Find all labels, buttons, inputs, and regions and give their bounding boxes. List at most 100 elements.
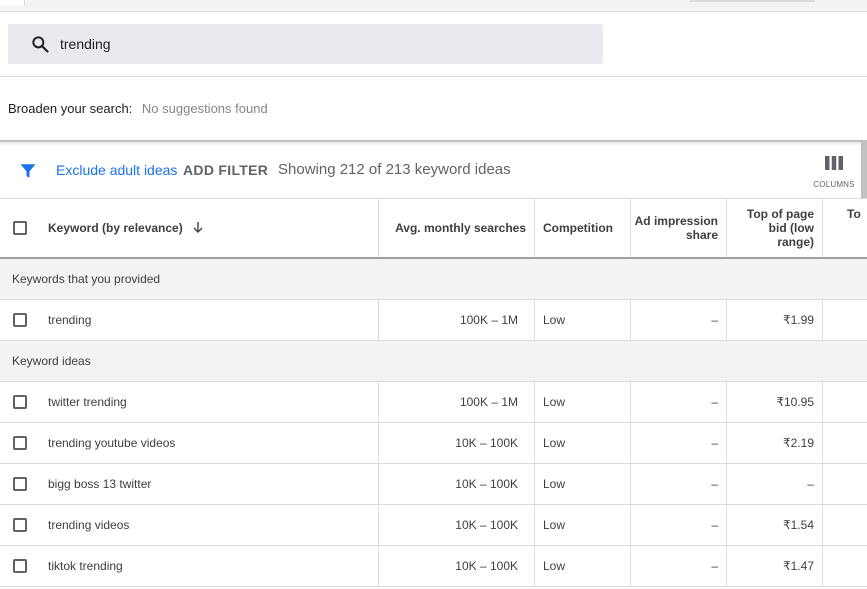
tab-fragment bbox=[0, 0, 25, 6]
select-all-checkbox[interactable] bbox=[13, 221, 27, 235]
column-divider bbox=[822, 423, 823, 463]
row-checkbox[interactable] bbox=[13, 436, 27, 450]
col-avg-searches-header[interactable]: Avg. monthly searches bbox=[380, 221, 526, 235]
competition-cell: Low bbox=[543, 518, 566, 532]
bid-low-cell: – bbox=[807, 477, 814, 491]
col-ad-impression-line1: Ad impression bbox=[634, 214, 718, 228]
row-checkbox[interactable] bbox=[13, 518, 27, 532]
columns-label: COLUMNS bbox=[813, 180, 855, 189]
searches-cell: 10K – 100K bbox=[455, 559, 518, 573]
keyword-cell: trending youtube videos bbox=[48, 436, 176, 450]
column-divider bbox=[378, 464, 379, 504]
columns-button[interactable]: COLUMNS bbox=[812, 154, 856, 190]
competition-cell: Low bbox=[543, 436, 566, 450]
table-row[interactable]: bigg boss 13 twitter 10K – 100K Low – – bbox=[0, 464, 867, 505]
column-divider bbox=[726, 505, 727, 545]
keyword-cell: trending bbox=[48, 313, 92, 327]
competition-cell: Low bbox=[543, 559, 566, 573]
column-divider bbox=[630, 423, 631, 463]
column-divider bbox=[378, 382, 379, 422]
competition-cell: Low bbox=[543, 313, 566, 327]
col-keyword-header[interactable]: Keyword (by relevance) bbox=[48, 221, 204, 235]
search-icon bbox=[32, 36, 49, 53]
col-ad-impression-line2: share bbox=[685, 228, 718, 242]
column-divider bbox=[534, 464, 535, 504]
group-header: Keyword ideas bbox=[0, 341, 867, 382]
row-checkbox[interactable] bbox=[13, 395, 27, 409]
broaden-value: No suggestions found bbox=[141, 101, 268, 116]
column-divider bbox=[822, 546, 823, 586]
col-top-bid-high-header[interactable]: To bbox=[847, 207, 861, 221]
searches-cell: 100K – 1M bbox=[459, 395, 518, 409]
bid-low-cell: ₹1.99 bbox=[783, 313, 814, 327]
top-toolbar-strip bbox=[0, 0, 867, 12]
broaden-label: Broaden your search: bbox=[8, 101, 133, 116]
column-divider bbox=[630, 505, 631, 545]
group-header: Keywords that you provided bbox=[0, 259, 867, 300]
column-divider bbox=[726, 423, 727, 463]
bid-low-cell: ₹2.19 bbox=[783, 436, 814, 450]
searches-cell: 10K – 100K bbox=[455, 436, 518, 450]
table-row[interactable]: twitter trending 100K – 1M Low – ₹10.95 bbox=[0, 382, 867, 423]
impression-cell: – bbox=[711, 518, 718, 532]
col-top-bid-low-line1: Top of page bbox=[746, 207, 814, 221]
divider bbox=[0, 76, 867, 77]
row-checkbox[interactable] bbox=[13, 477, 27, 491]
column-divider bbox=[378, 300, 379, 340]
columns-icon bbox=[825, 156, 843, 170]
column-divider bbox=[378, 505, 379, 545]
column-divider bbox=[630, 546, 631, 586]
col-keyword-label: Keyword (by relevance) bbox=[48, 221, 183, 235]
table-row[interactable]: tiktok trending 10K – 100K Low – ₹1.47 bbox=[0, 546, 867, 587]
column-divider bbox=[630, 199, 631, 257]
col-ad-impression-header[interactable]: Ad impression share bbox=[632, 214, 718, 242]
column-divider bbox=[822, 300, 823, 340]
column-divider bbox=[378, 199, 379, 257]
row-checkbox[interactable] bbox=[13, 559, 27, 573]
search-input[interactable]: trending bbox=[60, 36, 111, 52]
impression-cell: – bbox=[711, 477, 718, 491]
col-competition-header[interactable]: Competition bbox=[543, 221, 613, 235]
column-divider bbox=[534, 300, 535, 340]
column-divider bbox=[534, 423, 535, 463]
filter-bar: Exclude adult ideas ADD FILTER Showing 2… bbox=[0, 146, 867, 198]
column-divider bbox=[534, 199, 535, 257]
column-divider bbox=[726, 199, 727, 257]
impression-cell: – bbox=[711, 395, 718, 409]
table-row[interactable]: trending 100K – 1M Low – ₹1.99 bbox=[0, 300, 867, 341]
col-top-bid-low-header[interactable]: Top of page bid (low range) bbox=[728, 207, 814, 249]
column-divider bbox=[726, 464, 727, 504]
add-filter-button[interactable]: ADD FILTER bbox=[183, 162, 268, 178]
keyword-cell: twitter trending bbox=[48, 395, 127, 409]
bid-low-cell: ₹10.95 bbox=[776, 395, 814, 409]
column-divider bbox=[534, 382, 535, 422]
toolbar-control-fragment bbox=[690, 0, 815, 2]
filter-icon[interactable] bbox=[19, 162, 37, 180]
column-divider bbox=[726, 382, 727, 422]
searches-cell: 10K – 100K bbox=[455, 477, 518, 491]
impression-cell: – bbox=[711, 313, 718, 327]
scrollbar-thumb[interactable] bbox=[861, 142, 867, 198]
competition-cell: Low bbox=[543, 395, 566, 409]
bid-low-cell: ₹1.47 bbox=[783, 559, 814, 573]
searches-cell: 100K – 1M bbox=[459, 313, 518, 327]
col-top-bid-low-line2: bid (low bbox=[768, 221, 814, 235]
bid-low-cell: ₹1.54 bbox=[783, 518, 814, 532]
column-divider bbox=[822, 505, 823, 545]
column-divider bbox=[630, 300, 631, 340]
row-checkbox[interactable] bbox=[13, 313, 27, 327]
col-top-bid-low-line3: range) bbox=[777, 235, 814, 249]
column-divider bbox=[378, 423, 379, 463]
column-divider bbox=[822, 382, 823, 422]
group-title: Keywords that you provided bbox=[12, 272, 161, 286]
table-row[interactable]: trending youtube videos 10K – 100K Low –… bbox=[0, 423, 867, 464]
broaden-search: Broaden your search: No suggestions foun… bbox=[8, 101, 268, 116]
column-divider bbox=[534, 505, 535, 545]
keyword-cell: bigg boss 13 twitter bbox=[48, 477, 152, 491]
column-divider bbox=[822, 464, 823, 504]
exclude-adult-ideas-link[interactable]: Exclude adult ideas bbox=[56, 162, 177, 178]
table-row[interactable]: trending videos 10K – 100K Low – ₹1.54 bbox=[0, 505, 867, 546]
search-box[interactable]: trending bbox=[8, 24, 603, 64]
arrow-down-icon bbox=[193, 222, 203, 233]
keyword-cell: tiktok trending bbox=[48, 559, 123, 573]
